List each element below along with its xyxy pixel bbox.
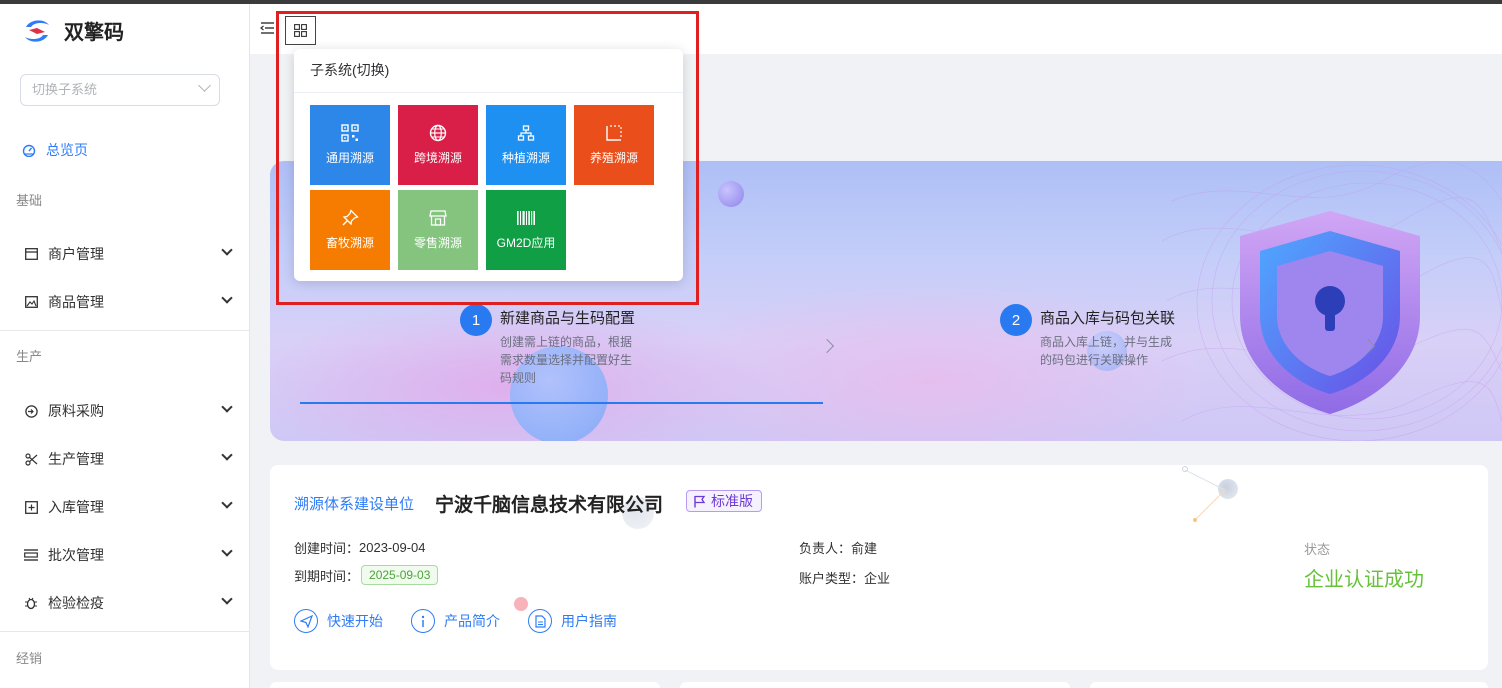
chevron-down-icon <box>198 79 211 92</box>
expire-label: 到期时间： <box>294 568 360 584</box>
chevron-down-icon <box>221 401 233 413</box>
chevron-down-icon <box>221 593 233 605</box>
login-icon <box>24 404 38 418</box>
guide-step-2[interactable]: 2 商品入库与码包关联 商品入库上链，并与生成的码包进行关联操作 <box>1000 304 1180 369</box>
dashboard-icon <box>22 144 36 157</box>
subsystem-switch-select[interactable]: 切换子系统 <box>20 74 220 106</box>
account-type-label: 账户类型： <box>799 571 865 586</box>
chevron-down-icon <box>221 244 233 256</box>
step-number: 2 <box>1000 304 1032 336</box>
sidebar-item-product[interactable]: 商品管理 <box>0 282 249 322</box>
active-step-indicator <box>300 402 823 404</box>
sidebar-item-label: 入库管理 <box>48 499 104 515</box>
edition-label: 标准版 <box>711 493 753 509</box>
sidebar-item-label: 检验检疫 <box>48 595 104 611</box>
chevron-down-icon <box>221 449 233 461</box>
nav-overview-label: 总览页 <box>46 142 88 158</box>
sidebar-item-label: 商户管理 <box>48 246 104 262</box>
step-title: 商品入库与码包关联 <box>1040 310 1176 327</box>
sidebar-item-merchant[interactable]: 商户管理 <box>0 234 249 274</box>
bug-icon <box>24 596 38 610</box>
sidebar-item-label: 商品管理 <box>48 294 104 310</box>
sidebar-item-production[interactable]: 生产管理 <box>0 439 249 479</box>
security-shield-icon <box>1240 211 1420 414</box>
image-icon <box>24 295 38 309</box>
step-number: 1 <box>460 304 492 336</box>
sidebar-item-batch[interactable]: 批次管理 <box>0 535 249 575</box>
user-guide-link[interactable]: 用户指南 <box>528 609 617 633</box>
guide-step-1[interactable]: 1 新建商品与生码配置 创建需上链的商品，根据需求数量选择并配置好生码规则 <box>460 304 640 387</box>
brand-logo-icon <box>25 19 49 42</box>
send-icon <box>294 609 318 633</box>
owner-label: 负责人： <box>799 541 852 556</box>
quick-start-link[interactable]: 快速开始 <box>294 609 383 633</box>
step-description: 创建需上链的商品，根据需求数量选择并配置好生码规则 <box>500 335 633 385</box>
doc-icon <box>528 609 552 633</box>
company-info-card: 溯源体系建设单位 宁波千脑信息技术有限公司 标准版 创建时间： 2023-09-… <box>270 465 1488 670</box>
highlight-annotation-box <box>276 11 699 305</box>
chevron-down-icon <box>221 545 233 557</box>
unit-label: 溯源体系建设单位 <box>294 496 415 513</box>
expire-date-tag: 2025-09-03 <box>361 565 439 585</box>
flag-icon <box>694 495 706 507</box>
step-title: 新建商品与生码配置 <box>500 310 636 327</box>
brand-name: 双擎码 <box>64 22 124 44</box>
owner-value: 俞建 <box>851 541 878 556</box>
sidebar-item-label: 生产管理 <box>48 451 104 467</box>
sidebar-item-material[interactable]: 原料采购 <box>0 391 249 431</box>
nav-overview[interactable]: 总览页 <box>22 140 88 160</box>
chevron-down-icon <box>221 497 233 509</box>
box-plus-icon <box>24 500 38 514</box>
step-description: 商品入库上链，并与生成的码包进行关联操作 <box>1040 335 1173 367</box>
sidebar-item-inspection[interactable]: 检验检疫 <box>0 583 249 623</box>
banner-decoration <box>718 181 744 207</box>
sidebar-item-label: 批次管理 <box>48 547 104 563</box>
sidebar: 双擎码 切换子系统 总览页 基础 商户管理 商品管理 生产 原料采购 生产管理 … <box>0 4 250 688</box>
company-name: 宁波千脑信息技术有限公司 <box>435 495 664 516</box>
account-type-value: 企业 <box>864 571 891 586</box>
collapse-menu-icon[interactable] <box>260 22 274 34</box>
brand[interactable]: 双擎码 <box>22 16 124 45</box>
scissors-icon <box>24 452 38 466</box>
info-icon <box>411 609 435 633</box>
edition-badge: 标准版 <box>686 490 762 512</box>
created-time: 创建时间： 2023-09-04 <box>294 538 426 557</box>
store-icon <box>24 247 38 261</box>
list-icon <box>24 548 38 562</box>
sidebar-item-warehouse[interactable]: 入库管理 <box>0 487 249 527</box>
created-value: 2023-09-04 <box>359 540 426 555</box>
group-title-sales: 经销 <box>16 651 43 666</box>
product-intro-link[interactable]: 产品简介 <box>411 609 500 633</box>
quick-link-label: 快速开始 <box>327 613 383 629</box>
next-section-cards <box>270 682 1488 688</box>
quick-link-label: 产品简介 <box>444 613 500 629</box>
switch-placeholder: 切换子系统 <box>32 82 98 97</box>
account-type-info: 账户类型： 企业 <box>799 568 890 587</box>
sidebar-divider <box>0 631 249 632</box>
status-value: 企业认证成功 <box>1304 569 1424 591</box>
created-label: 创建时间： <box>294 541 360 556</box>
owner-info: 负责人： 俞建 <box>799 538 877 557</box>
card-line-decoration <box>1182 466 1226 522</box>
expire-time: 到期时间： 2025-09-03 <box>294 565 439 585</box>
sidebar-item-label: 原料采购 <box>48 403 104 419</box>
quick-link-label: 用户指南 <box>561 613 617 629</box>
chevron-down-icon <box>221 292 233 304</box>
status-label: 状态 <box>1304 542 1331 557</box>
sidebar-divider <box>0 330 249 331</box>
group-title-production: 生产 <box>16 349 43 364</box>
card-decoration <box>514 597 528 611</box>
group-title-basic: 基础 <box>16 193 43 208</box>
